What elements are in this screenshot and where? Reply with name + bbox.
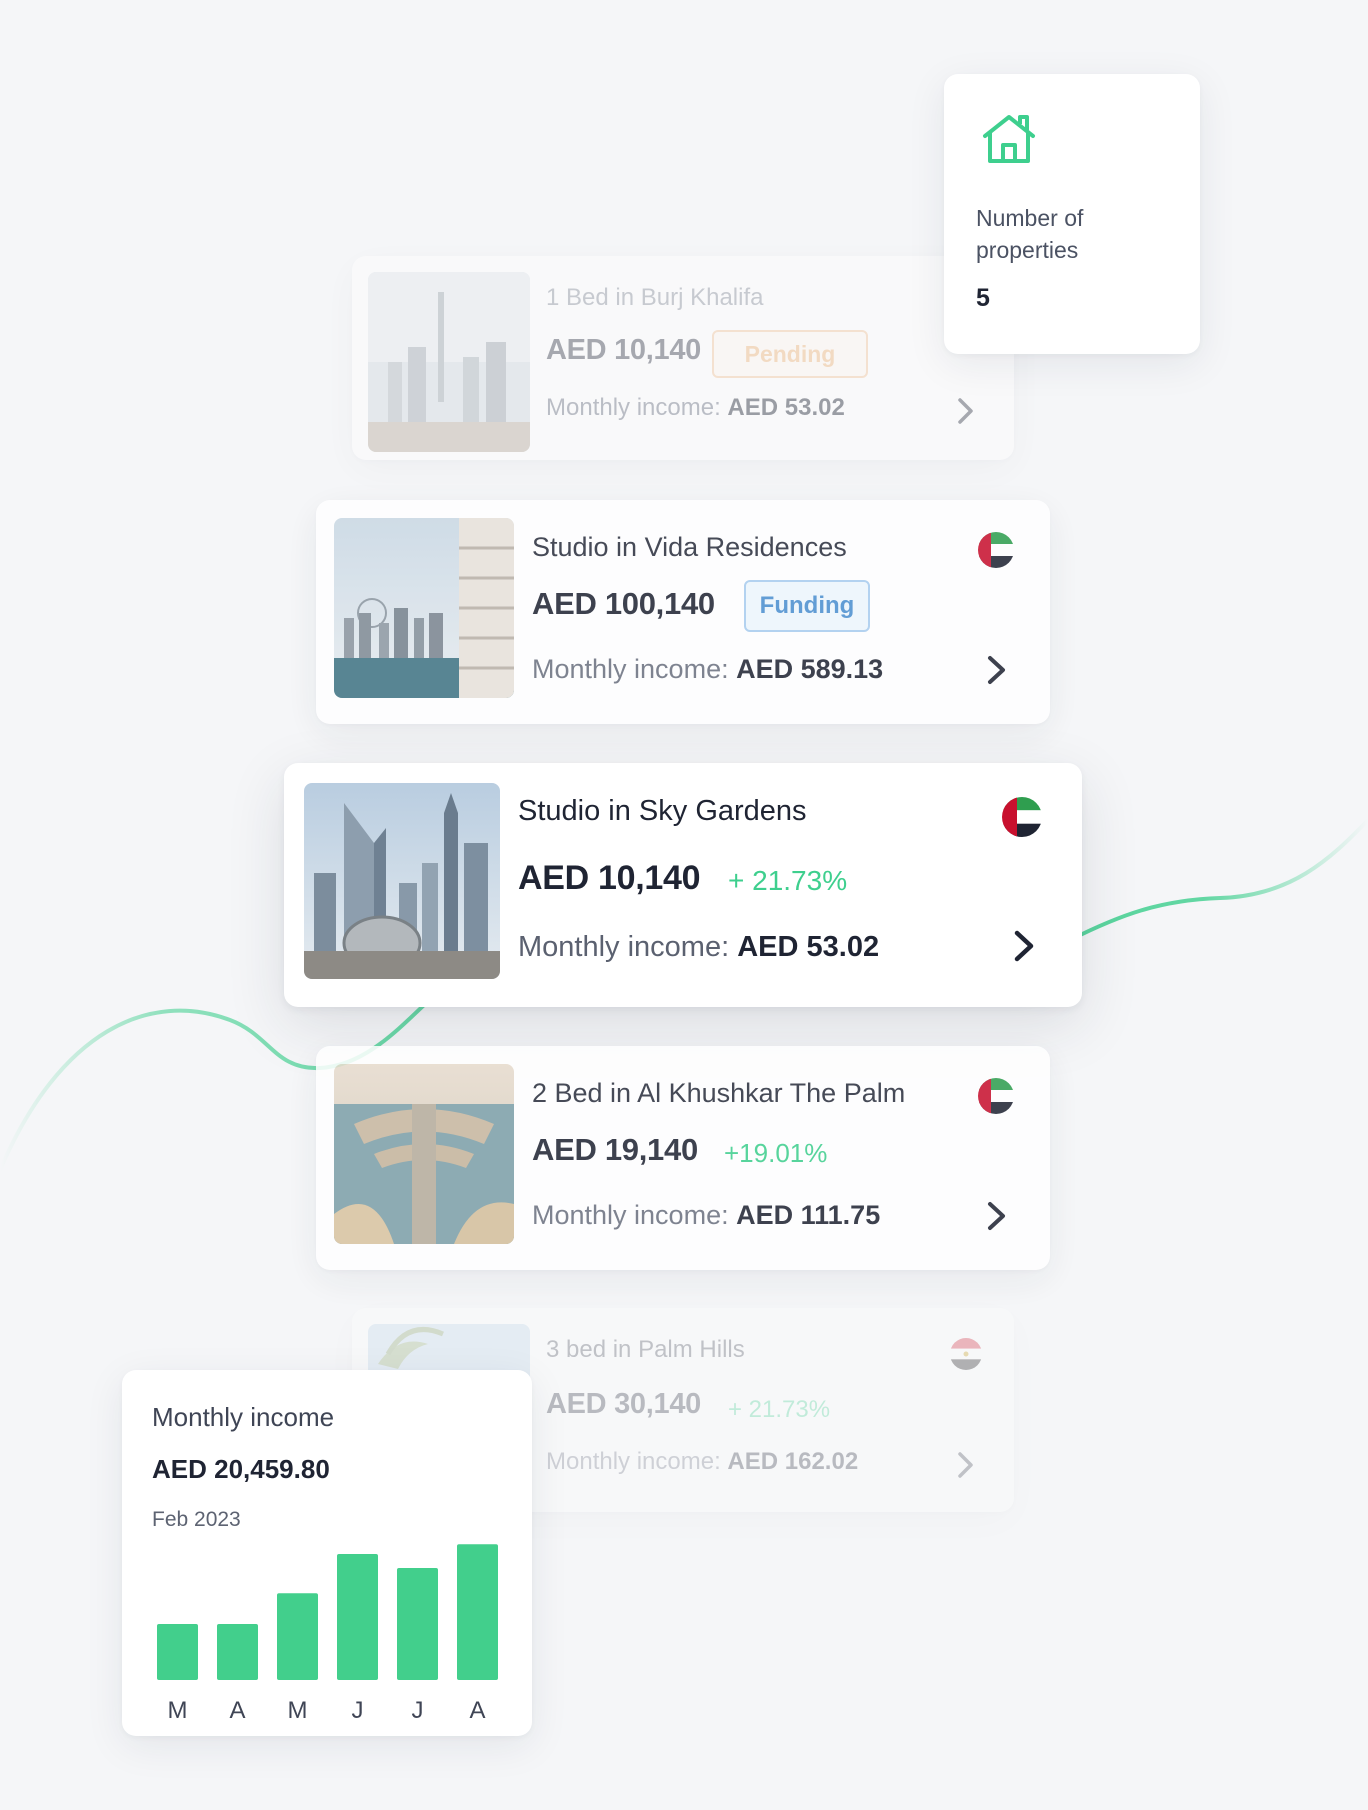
property-count-card: Number of properties 5: [944, 74, 1200, 354]
income-bar: [217, 1624, 258, 1680]
price-change: +19.01%: [724, 1138, 828, 1168]
property-image: [334, 1064, 514, 1244]
property-image: [304, 783, 500, 979]
property-count-label: Number of properties: [976, 205, 1084, 263]
monthly-income-title: Monthly income: [152, 1402, 335, 1432]
property-price: AED 10,140: [518, 859, 701, 897]
house-icon: [983, 115, 1035, 163]
status-badge-funding: Funding: [744, 580, 870, 632]
uae-flag-icon: [978, 532, 1014, 568]
price-change: + 21.73%: [728, 865, 848, 896]
monthly-income-value: AED 53.02: [727, 394, 845, 421]
monthly-income: Monthly income: AED 53.02: [546, 394, 845, 422]
income-bar-label: A: [469, 1697, 485, 1724]
price-change: + 21.73%: [728, 1396, 831, 1423]
property-count-value: 5: [976, 284, 990, 312]
property-title: 3 bed in Palm Hills: [546, 1336, 745, 1363]
income-bar-label: M: [168, 1697, 188, 1724]
chevron-right-icon[interactable]: [986, 1200, 1008, 1232]
income-bar-chart: MAMJJA: [157, 1544, 498, 1724]
property-price: AED 19,140: [532, 1132, 698, 1167]
income-bar-label: M: [288, 1697, 308, 1724]
income-bar: [457, 1544, 498, 1680]
monthly-income: Monthly income: AED 589.13: [532, 654, 883, 685]
monthly-income-value: AED 589.13: [736, 654, 884, 684]
scene: 1 Bed in Burj Khalifa AED 10,140 Pending…: [0, 0, 1368, 1810]
property-card[interactable]: 2 Bed in Al Khushkar The Palm AED 19,140…: [316, 1046, 1050, 1270]
property-price: AED 100,140: [532, 586, 715, 621]
chevron-right-icon[interactable]: [986, 654, 1008, 686]
property-price: AED 10,140: [546, 334, 701, 366]
monthly-income-card: Monthly income AED 20,459.80 Feb 2023 M A…: [122, 1370, 532, 1736]
income-bar: [337, 1554, 378, 1680]
property-title: Studio in Sky Gardens: [518, 795, 807, 827]
property-card[interactable]: 1 Bed in Burj Khalifa AED 10,140 Pending…: [352, 256, 1014, 460]
chevron-right-icon[interactable]: [956, 396, 976, 426]
monthly-income: Monthly income: AED 111.75: [532, 1200, 880, 1231]
chevron-right-icon[interactable]: [956, 1450, 976, 1480]
monthly-income-date: Feb 2023: [152, 1508, 241, 1531]
monthly-income: Monthly income: AED 162.02: [546, 1448, 858, 1476]
property-title: 1 Bed in Burj Khalifa: [546, 284, 764, 311]
property-title: 2 Bed in Al Khushkar The Palm: [532, 1078, 906, 1108]
uae-flag-icon: [1002, 797, 1042, 837]
property-title: Studio in Vida Residences: [532, 532, 847, 562]
monthly-income-label: Monthly income:: [518, 931, 730, 963]
monthly-income-amount: AED 20,459.80: [152, 1454, 330, 1484]
monthly-income-label: Monthly income:: [532, 1200, 729, 1230]
income-bar-label: J: [352, 1697, 364, 1724]
monthly-income-value: AED 111.75: [736, 1200, 881, 1230]
income-bar-label: A: [229, 1697, 245, 1724]
status-badge-pending: Pending: [712, 330, 868, 378]
income-bar: [397, 1568, 438, 1680]
property-image: [368, 272, 530, 452]
property-card[interactable]: Studio in Vida Residences AED 100,140 Fu…: [316, 500, 1050, 724]
uae-flag-icon: [978, 1078, 1014, 1114]
chevron-right-icon[interactable]: [1012, 929, 1036, 963]
monthly-income-label: Monthly income:: [546, 394, 721, 421]
income-bar: [157, 1624, 198, 1680]
monthly-income-value: AED 162.02: [727, 1448, 859, 1475]
income-bar: [277, 1593, 318, 1680]
egypt-flag-icon: [950, 1338, 982, 1370]
monthly-income-label: Monthly income:: [546, 1448, 721, 1475]
monthly-income-label: Monthly income:: [532, 654, 729, 684]
property-image: [334, 518, 514, 698]
monthly-income-value: AED 53.02: [737, 931, 880, 963]
income-bar-label: J: [412, 1697, 424, 1724]
property-price: AED 30,140: [546, 1388, 701, 1420]
property-card-active[interactable]: Studio in Sky Gardens AED 10,140 + 21.73…: [284, 763, 1082, 1007]
monthly-income: Monthly income: AED 53.02: [518, 931, 879, 964]
